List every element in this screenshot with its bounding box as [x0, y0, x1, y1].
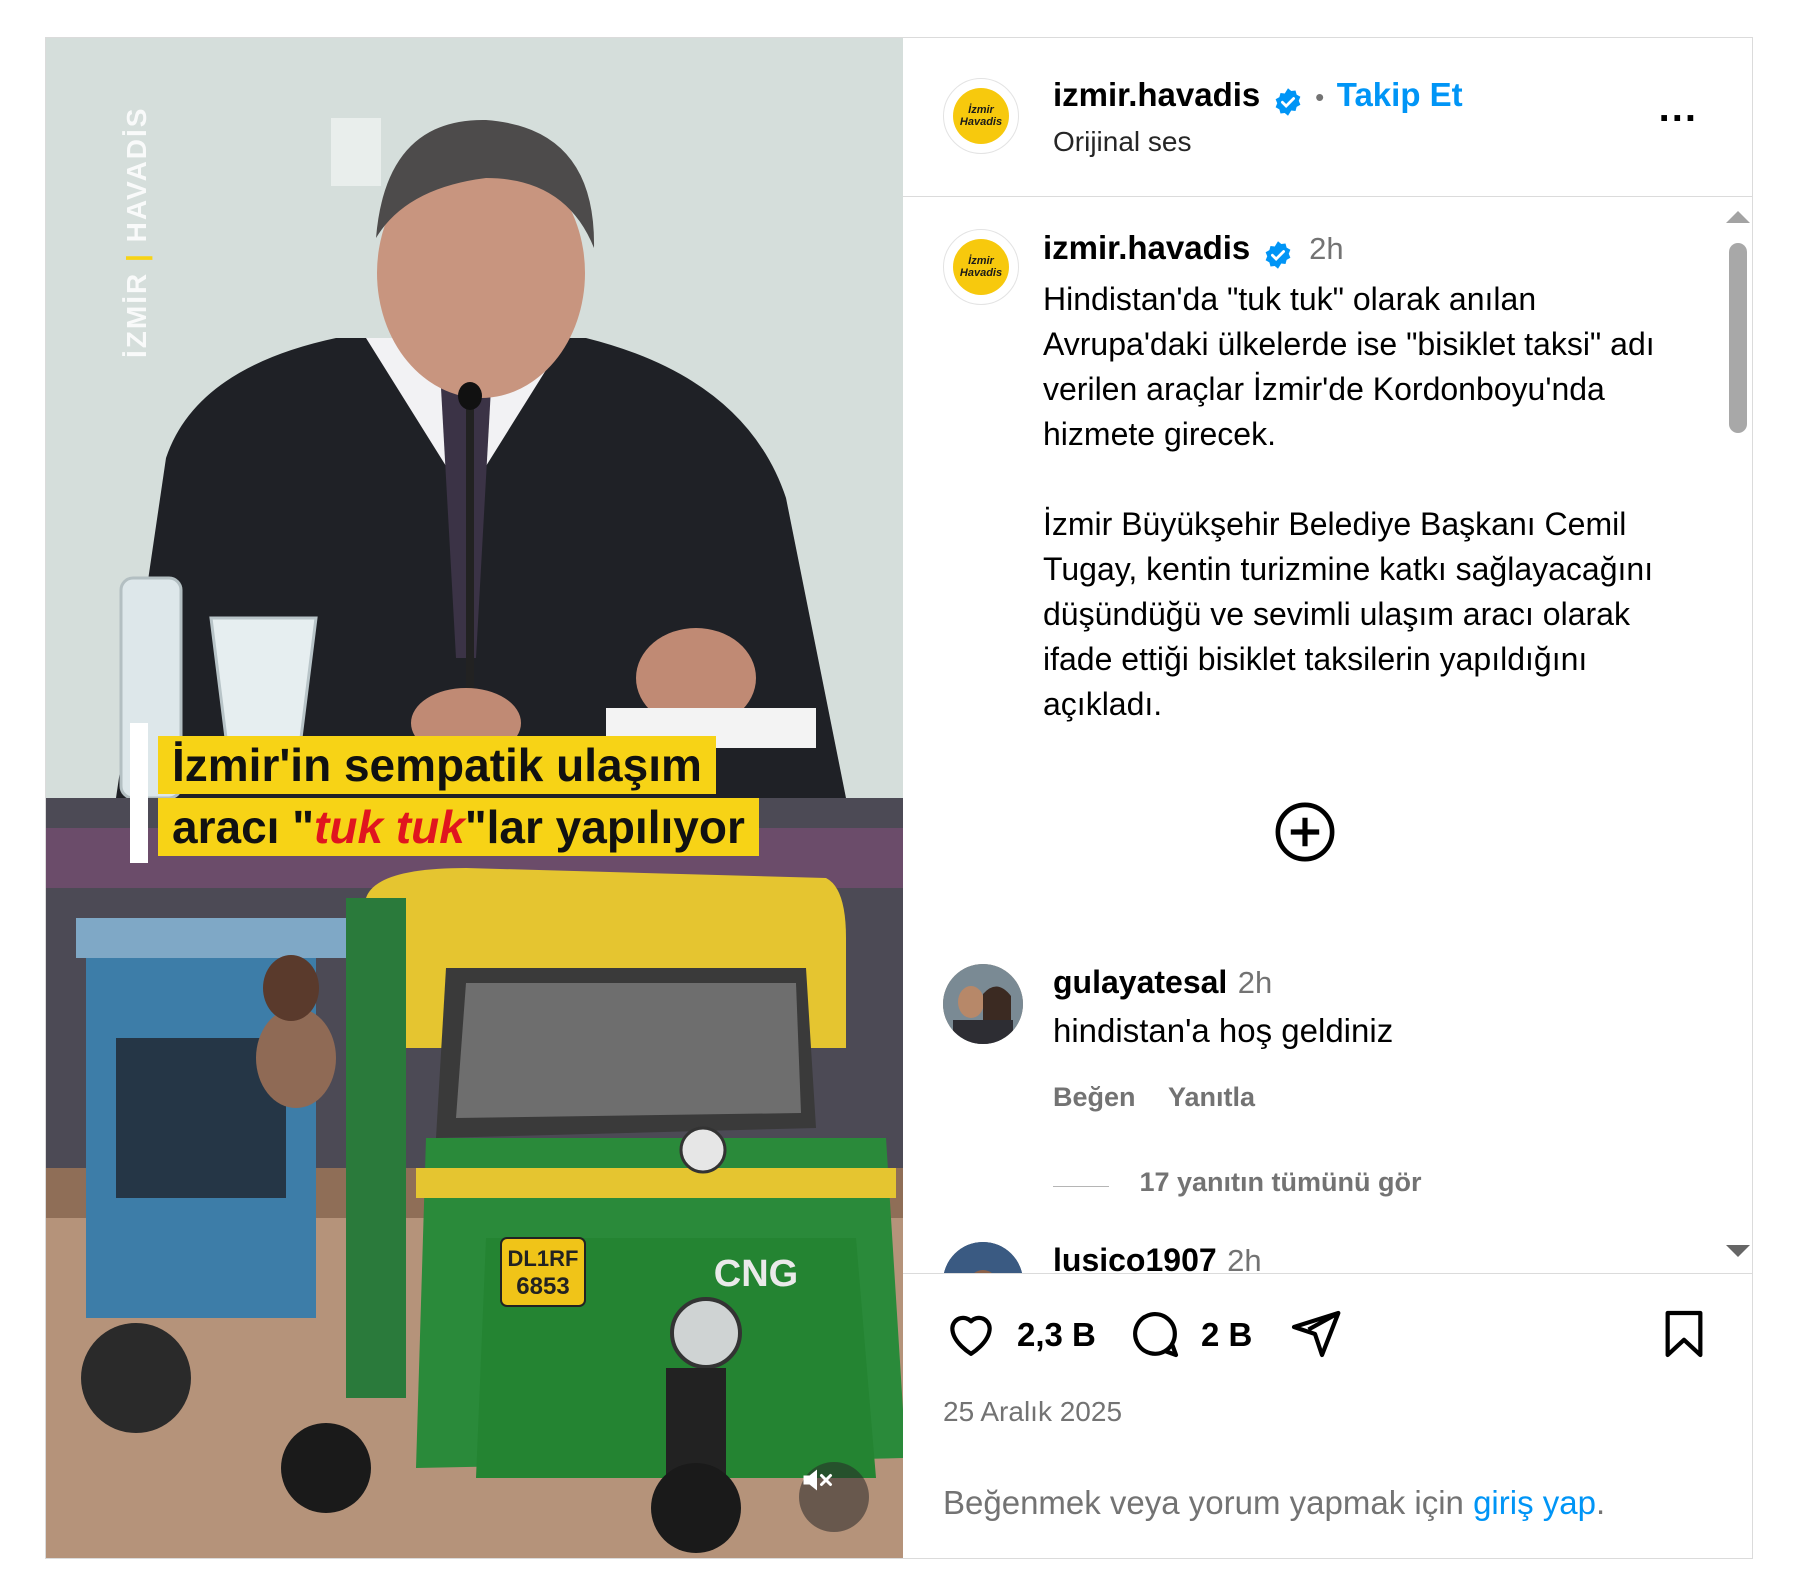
login-prompt-text: Beğenmek veya yorum yapmak için — [943, 1484, 1464, 1521]
like-heart-icon[interactable] — [943, 1306, 999, 1362]
watermark-separator: | — [121, 252, 152, 262]
comment-count[interactable]: 2 B — [1201, 1316, 1252, 1354]
post-action-bar: 2,3 B 2 B — [943, 1300, 1712, 1370]
media-caption-line2: aracı "tuk tuk"lar yapılıyor — [158, 798, 759, 856]
header-dot: • — [1315, 82, 1325, 112]
post-header: İzmir Havadis izmir.havadis • Takip Et O… — [903, 38, 1752, 197]
caption-time[interactable]: 2h — [1309, 231, 1343, 266]
comment-bubble-icon[interactable] — [1127, 1306, 1183, 1362]
save-bookmark-icon[interactable] — [1656, 1306, 1712, 1362]
media-watermark: İZMİR | HAVADİS — [121, 107, 153, 358]
comments-scrollbar[interactable] — [1718, 197, 1752, 1273]
caption-line2-post: "lar yapılıyor — [464, 801, 745, 853]
muted-speaker-icon — [803, 1469, 832, 1491]
comment-text: hindistan'a hoş geldiniz — [1053, 1012, 1394, 1049]
post-video[interactable]: DL1RF 6853 CNG İZMİR | HAVADİS İzmir'in … — [46, 38, 903, 1558]
caption-header: izmir.havadis 2h — [1043, 229, 1344, 270]
replies-divider — [1053, 1186, 1109, 1188]
follow-button[interactable]: Takip Et — [1337, 76, 1463, 113]
scroll-up-arrow-icon[interactable] — [1726, 211, 1750, 223]
comment-time[interactable]: 2h — [1238, 965, 1272, 1000]
watermark-right: HAVADİS — [121, 106, 152, 243]
comment-username[interactable]: gulayatesal — [1053, 964, 1227, 1000]
svg-text:DL1RF: DL1RF — [508, 1246, 579, 1271]
view-replies[interactable]: 17 yanıtın tümünü gör — [1053, 1167, 1421, 1198]
like-count[interactable]: 2,3 B — [1017, 1316, 1096, 1354]
caption-accent-bar — [130, 723, 148, 863]
post-date[interactable]: 25 Aralık 2025 — [943, 1396, 1122, 1428]
login-prompt-suffix: . — [1595, 1484, 1606, 1521]
caption-line1-text: İzmir'in sempatik ulaşım — [172, 739, 702, 791]
caption-line2-highlight: tuk tuk — [314, 801, 465, 853]
svg-text:6853: 6853 — [516, 1273, 569, 1300]
comment-like-button[interactable]: Beğen — [1053, 1082, 1136, 1112]
login-link[interactable]: giriş yap — [1473, 1484, 1596, 1521]
comments-scroll-area[interactable]: İzmir Havadis izmir.havadis 2h Hindistan… — [903, 197, 1752, 1274]
commenter-avatar[interactable] — [943, 1242, 1023, 1273]
comment-header: lusico1907 2h — [1053, 1242, 1262, 1273]
original-audio-link[interactable]: Orijinal ses — [1053, 126, 1191, 158]
verified-badge-icon — [1265, 241, 1291, 269]
caption-text: Hindistan'da "tuk tuk" olarak anılan Avr… — [1043, 281, 1655, 722]
header-title-row: izmir.havadis • Takip Et — [1053, 76, 1463, 117]
more-options-icon[interactable]: ... — [1659, 88, 1698, 128]
caption-author-logo: İzmir Havadis — [953, 239, 1009, 295]
instagram-post: DL1RF 6853 CNG İZMİR | HAVADİS İzmir'in … — [45, 37, 1753, 1559]
comment-username[interactable]: lusico1907 — [1053, 1242, 1217, 1273]
commenter-photo — [943, 1242, 1023, 1273]
svg-text:CNG: CNG — [714, 1253, 798, 1295]
comment-time[interactable]: 2h — [1227, 1243, 1261, 1273]
commenter-photo — [943, 964, 1023, 1044]
post-side-panel: İzmir Havadis izmir.havadis • Takip Et O… — [903, 38, 1752, 1558]
media-caption-line1: İzmir'in sempatik ulaşım — [158, 736, 716, 794]
share-send-icon[interactable] — [1287, 1306, 1343, 1362]
load-more-comments-icon[interactable] — [1274, 801, 1336, 863]
caption-username[interactable]: izmir.havadis — [1043, 229, 1250, 266]
comment-header: gulayatesal 2h — [1053, 964, 1272, 1001]
caption-author-avatar[interactable]: İzmir Havadis — [943, 229, 1019, 305]
author-username[interactable]: izmir.havadis — [1053, 76, 1260, 113]
comment-reply-button[interactable]: Yanıtla — [1168, 1082, 1255, 1112]
verified-badge-icon — [1275, 88, 1301, 116]
mute-button[interactable] — [799, 1462, 869, 1532]
comment-actions: Beğen Yanıtla — [1053, 1082, 1255, 1113]
scrollbar-thumb[interactable] — [1729, 243, 1747, 433]
login-prompt: Beğenmek veya yorum yapmak için giriş ya… — [943, 1484, 1605, 1522]
author-logo: İzmir Havadis — [953, 88, 1009, 144]
commenter-avatar[interactable] — [943, 964, 1023, 1044]
scroll-down-arrow-icon[interactable] — [1726, 1245, 1750, 1257]
caption-line2-pre: aracı " — [172, 801, 315, 853]
watermark-left: İZMİR — [121, 271, 152, 358]
view-replies-label[interactable]: 17 yanıtın tümünü gör — [1139, 1167, 1421, 1197]
author-avatar[interactable]: İzmir Havadis — [943, 78, 1019, 154]
